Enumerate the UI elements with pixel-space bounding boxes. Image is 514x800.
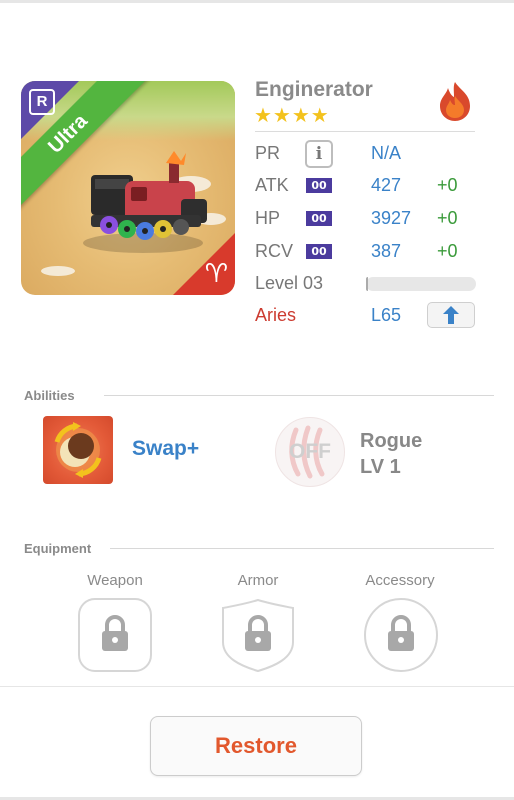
armor-slot[interactable]	[221, 598, 295, 672]
level-label: Level 03	[255, 273, 324, 293]
stat-label-atk: ATK	[255, 175, 289, 195]
swap-skill-icon[interactable]	[43, 416, 113, 484]
star-rating: ★★★★	[254, 105, 330, 127]
rank-badge-icon: R	[29, 89, 55, 115]
swap-skill-graphic	[54, 422, 102, 478]
stat-value-rcv: 387	[371, 241, 402, 261]
accessory-label: Accessory	[365, 572, 435, 589]
stat-value-atk: 427	[371, 175, 402, 195]
stat-row-hp: HP 00 3927 +0	[255, 203, 480, 233]
abilities-title: Abilities	[24, 388, 75, 403]
top-divider	[0, 0, 514, 3]
footer-divider	[0, 686, 514, 687]
name-divider	[255, 131, 475, 132]
stat-value-pr: N/A	[371, 143, 402, 163]
awaken-ability-name: Rogue LV 1	[360, 428, 422, 480]
awaken-off-label: OFF	[289, 440, 331, 463]
stat-row-level: Level 03	[255, 268, 480, 298]
monster-name: Enginerator	[255, 78, 373, 101]
hp-plus-tag: 00	[306, 211, 332, 226]
atk-plus-tag: 00	[306, 178, 332, 193]
stat-value-hp: 3927	[371, 208, 412, 228]
rcv-plus-tag: 00	[306, 244, 332, 259]
stat-row-pr: PR i N/A	[255, 138, 480, 168]
awaken-ability-level: LV 1	[360, 456, 401, 478]
level-progress-fill	[366, 277, 369, 291]
stat-label-rcv: RCV	[255, 241, 294, 261]
zodiac-upgrade-button[interactable]	[427, 302, 475, 328]
accessory-slot[interactable]	[364, 598, 438, 672]
zodiac-label: Aries	[255, 305, 297, 325]
arrow-up-icon	[443, 306, 459, 324]
abilities-divider	[104, 395, 494, 396]
zodiac-level-value: L65	[371, 305, 402, 325]
weapon-slot[interactable]	[78, 598, 152, 672]
stat-bonus-rcv: +0	[437, 241, 458, 261]
skill-name[interactable]: Swap+	[132, 437, 199, 461]
equipment-title: Equipment	[24, 541, 92, 556]
info-icon[interactable]: i	[305, 140, 333, 168]
stat-row-atk: ATK 00 427 +0	[255, 170, 480, 200]
awaken-ability-toggle[interactable]: OFF	[275, 417, 345, 487]
restore-button[interactable]: Restore	[150, 716, 362, 776]
level-progress-bar	[366, 277, 476, 291]
aries-zodiac-icon: ♈	[204, 259, 228, 289]
stat-bonus-hp: +0	[437, 208, 458, 228]
weapon-label: Weapon	[87, 572, 143, 589]
armor-label: Armor	[237, 572, 279, 589]
stat-label-hp: HP	[255, 208, 281, 228]
stat-row-rcv: RCV 00 387 +0	[255, 236, 480, 266]
monster-card[interactable]: Ultra R ♈	[21, 81, 235, 295]
equipment-divider	[110, 548, 494, 549]
stat-bonus-atk: +0	[437, 175, 458, 195]
fire-element-icon	[440, 82, 470, 121]
awaken-ability-title: Rogue	[360, 430, 423, 452]
stat-row-zodiac: Aries L65	[255, 300, 480, 330]
stat-label-pr: PR	[255, 143, 281, 163]
